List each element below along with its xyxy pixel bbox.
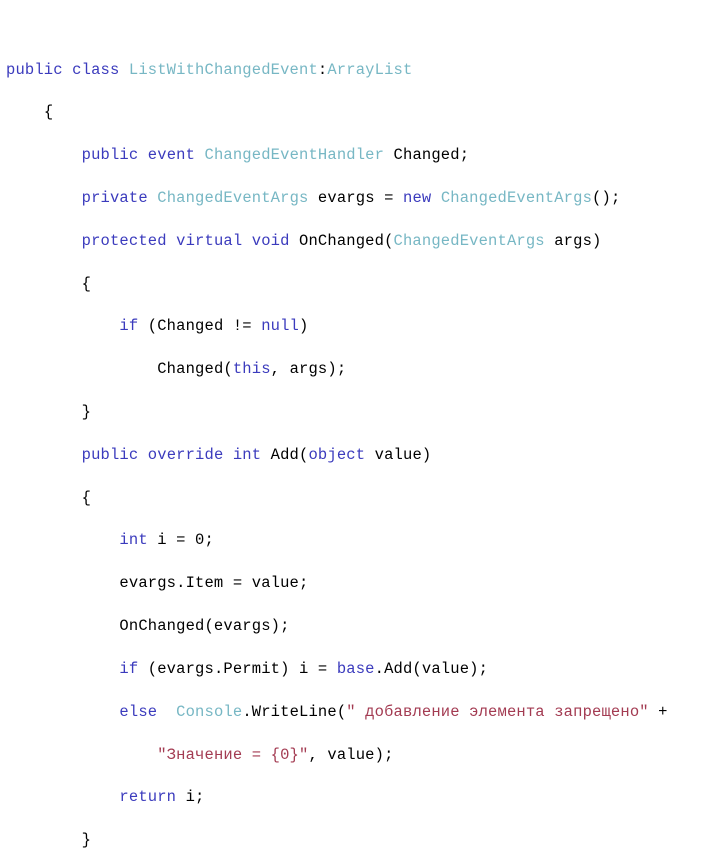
code-line: OnChanged(evargs); bbox=[6, 616, 720, 637]
code-line: } bbox=[6, 830, 720, 851]
code-token-keyword: base bbox=[336, 659, 375, 678]
code-line: } bbox=[6, 402, 720, 423]
code-token-type: ChangedEventArgs bbox=[157, 188, 309, 207]
code-token-keyword: public event bbox=[81, 146, 205, 165]
code-line: private ChangedEventArgs evargs = new Ch… bbox=[6, 188, 720, 209]
code-token-keyword: new bbox=[403, 188, 441, 207]
code-listing: public class ListWithChangedEvent:ArrayL… bbox=[6, 60, 720, 852]
code-token-keyword: else bbox=[119, 702, 158, 721]
code-token-keyword: null bbox=[261, 317, 300, 336]
code-token-plain: Add( bbox=[270, 445, 309, 464]
code-token-plain: (); bbox=[592, 188, 621, 207]
code-token-type: ChangedEventHandler bbox=[204, 146, 385, 165]
code-line: { bbox=[6, 274, 720, 295]
code-token-plain: (Changed != bbox=[147, 317, 262, 336]
code-token-type: ArrayList bbox=[327, 60, 413, 79]
code-token-plain: Changed( bbox=[6, 360, 233, 379]
code-token-plain: ) bbox=[299, 317, 309, 336]
code-token-plain: i = 0; bbox=[147, 531, 214, 550]
code-token-plain: (evargs.Permit) i = bbox=[147, 659, 337, 678]
code-line: if (evargs.Permit) i = base.Add(value); bbox=[6, 659, 720, 680]
code-line: Changed(this, args); bbox=[6, 359, 720, 380]
code-line: protected virtual void OnChanged(Changed… bbox=[6, 231, 720, 252]
code-token-plain: , value); bbox=[308, 745, 394, 764]
code-token-plain: .WriteLine( bbox=[242, 702, 347, 721]
code-token-plain: + bbox=[648, 702, 668, 721]
code-token-keyword: this bbox=[232, 360, 271, 379]
code-token-plain: .Add(value); bbox=[374, 659, 489, 678]
code-line: public class ListWithChangedEvent:ArrayL… bbox=[6, 60, 720, 81]
code-token-plain: value) bbox=[365, 445, 432, 464]
slide-canvas: public class ListWithChangedEvent:ArrayL… bbox=[0, 0, 720, 849]
code-token-keyword: public class bbox=[6, 60, 129, 79]
code-line: { bbox=[6, 488, 720, 509]
code-token-plain: { bbox=[6, 103, 54, 122]
code-token-keyword: int bbox=[119, 531, 148, 550]
code-line: else Console.WriteLine(" добавление элем… bbox=[6, 702, 720, 723]
code-token-plain: args) bbox=[544, 231, 602, 250]
code-line: return i; bbox=[6, 787, 720, 808]
code-line: if (Changed != null) bbox=[6, 316, 720, 337]
code-token-plain: : bbox=[317, 60, 328, 79]
code-token-plain: OnChanged( bbox=[299, 231, 394, 250]
code-token-plain: } bbox=[6, 831, 92, 850]
code-token-type: Console bbox=[176, 702, 243, 721]
code-token-keyword: protected virtual void bbox=[81, 231, 300, 250]
code-token-keyword: if bbox=[119, 317, 148, 336]
code-token-type: ChangedEventArgs bbox=[440, 188, 593, 207]
code-token-keyword: object bbox=[308, 445, 366, 464]
code-token-keyword: public override int bbox=[81, 445, 271, 464]
code-token-type: ListWithChangedEvent bbox=[128, 60, 318, 79]
code-token-plain: i; bbox=[176, 788, 205, 807]
code-line: { bbox=[6, 102, 720, 123]
code-line: public override int Add(object value) bbox=[6, 445, 720, 466]
code-line: evargs.Item = value; bbox=[6, 573, 720, 594]
code-token-plain: OnChanged(evargs); bbox=[6, 617, 290, 636]
code-token-plain: } bbox=[6, 403, 92, 421]
code-token-plain: evargs = bbox=[308, 188, 403, 207]
code-token-plain: evargs.Item = value; bbox=[6, 574, 309, 593]
code-token-type: ChangedEventArgs bbox=[393, 231, 545, 250]
code-line: public event ChangedEventHandler Changed… bbox=[6, 145, 720, 166]
code-token-plain: { bbox=[6, 488, 92, 507]
code-token-string: " добавление элемента запрещено" bbox=[346, 702, 649, 721]
code-token-keyword: if bbox=[119, 659, 148, 678]
code-token-plain: , args); bbox=[270, 360, 347, 379]
code-token-keyword: return bbox=[119, 788, 177, 807]
code-token-string: "Значение = {0}" bbox=[157, 745, 309, 764]
code-token-plain: Changed; bbox=[384, 146, 470, 165]
code-token-keyword: private bbox=[81, 188, 158, 207]
code-line: int i = 0; bbox=[6, 530, 720, 551]
code-line: "Значение = {0}", value); bbox=[6, 745, 720, 766]
code-token-plain: { bbox=[6, 274, 92, 293]
